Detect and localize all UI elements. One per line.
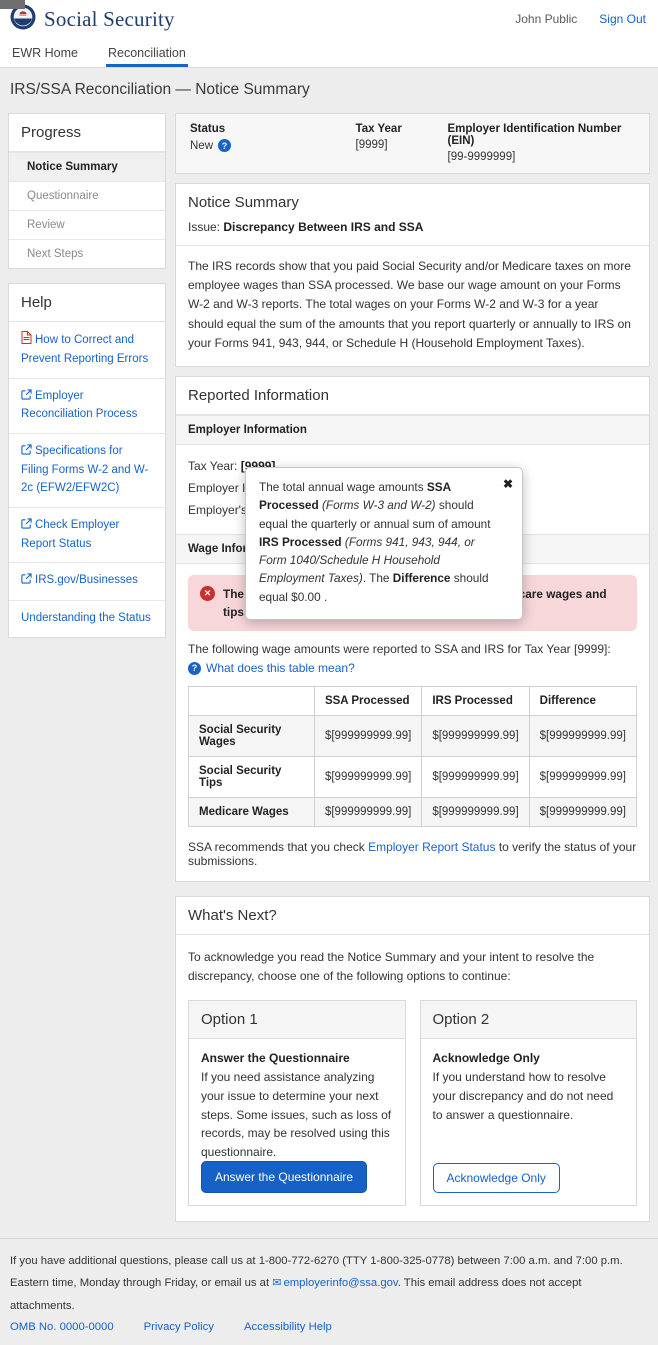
email-link[interactable]: employerinfo@ssa.gov bbox=[283, 1277, 397, 1289]
notice-summary-panel: Notice Summary Issue: Discrepancy Betwee… bbox=[175, 183, 650, 367]
external-link-icon bbox=[21, 573, 32, 591]
option-1-text: If you need assistance analyzing your is… bbox=[201, 1070, 392, 1159]
status-panel: Status New? Tax Year [9999] Employer Ide… bbox=[175, 113, 650, 174]
whats-next-title: What's Next? bbox=[176, 897, 649, 936]
option-1-header: Option 1 bbox=[189, 1001, 405, 1040]
user-name: John Public bbox=[515, 12, 578, 26]
question-circle-icon: ? bbox=[188, 661, 201, 675]
help-link-irs-businesses[interactable]: IRS.gov/Businesses bbox=[9, 562, 165, 600]
employer-information-band: Employer Information bbox=[176, 414, 649, 445]
external-link-icon bbox=[21, 518, 32, 536]
tax-year-value: [9999] bbox=[355, 139, 388, 151]
primary-nav: EWR Home Reconciliation bbox=[0, 38, 658, 68]
help-link-label: Understanding the Status bbox=[21, 612, 151, 625]
page-title: IRS/SSA Reconciliation — Notice Summary bbox=[10, 81, 310, 98]
tab-ewr-home[interactable]: EWR Home bbox=[10, 40, 80, 67]
envelope-icon: ✉ bbox=[272, 1277, 282, 1290]
wage-table: SSA Processed IRS Processed Difference S… bbox=[188, 686, 638, 828]
help-title: Help bbox=[9, 284, 165, 322]
issue-line: Issue: Discrepancy Between IRS and SSA bbox=[188, 220, 424, 234]
help-panel: Help How to Correct and Prevent Reportin… bbox=[8, 283, 166, 638]
footer-contact-line: If you have additional questions, please… bbox=[10, 1255, 623, 1312]
notice-summary-body: The IRS records show that you paid Socia… bbox=[176, 245, 649, 366]
reported-information-title: Reported Information bbox=[176, 377, 649, 415]
external-link-icon bbox=[21, 388, 32, 407]
acknowledge-only-button[interactable]: Acknowledge Only bbox=[432, 1163, 560, 1194]
option-1-card: Option 1 Answer the Questionnaire If you… bbox=[188, 1000, 406, 1207]
progress-item-notice-summary[interactable]: Notice Summary bbox=[9, 152, 165, 181]
status-label: Status bbox=[190, 123, 226, 135]
help-link-label: Specifications for Filing Forms W-2 and … bbox=[21, 445, 149, 494]
privacy-policy-link[interactable]: Privacy Policy bbox=[144, 1321, 214, 1333]
notice-summary-title: Notice Summary bbox=[188, 194, 299, 211]
error-icon: ✕ bbox=[200, 585, 215, 601]
recommend-line: SSA recommends that you check Employer R… bbox=[188, 840, 637, 869]
wage-table-header-row: SSA Processed IRS Processed Difference bbox=[188, 686, 638, 717]
sidebar: Progress Notice Summary Questionnaire Re… bbox=[8, 113, 166, 638]
table-row: Social Security Wages $[999999999.99] $[… bbox=[188, 715, 638, 758]
sign-out-link[interactable]: Sign Out bbox=[599, 12, 646, 26]
employer-report-status-link[interactable]: Employer Report Status bbox=[368, 840, 495, 854]
col-ssa-processed: SSA Processed bbox=[313, 686, 423, 717]
option-1-title: Answer the Questionnaire bbox=[201, 1051, 350, 1066]
page-footer: If you have additional questions, please… bbox=[0, 1238, 658, 1345]
status-value: New bbox=[190, 139, 214, 152]
help-link-label: IRS.gov/Businesses bbox=[35, 574, 138, 587]
help-link-correct-errors[interactable]: How to Correct and Prevent Reporting Err… bbox=[9, 322, 165, 378]
progress-item-next-steps: Next Steps bbox=[9, 239, 165, 268]
help-link-label: Check Employer Report Status bbox=[21, 518, 120, 550]
brand-title: Social Security bbox=[44, 6, 175, 31]
main-content: Status New? Tax Year [9999] Employer Ide… bbox=[175, 113, 650, 1223]
accessibility-help-link[interactable]: Accessibility Help bbox=[244, 1321, 332, 1333]
ein-value: [99-9999999] bbox=[447, 151, 516, 163]
pdf-icon bbox=[21, 331, 32, 351]
answer-questionnaire-button[interactable]: Answer the Questionnaire bbox=[201, 1161, 368, 1194]
issue-value: Discrepancy Between IRS and SSA bbox=[223, 220, 424, 234]
whats-next-intro: To acknowledge you read the Notice Summa… bbox=[188, 950, 595, 984]
external-link-icon bbox=[21, 444, 32, 462]
reported-information-panel: Reported Information Employer Informatio… bbox=[175, 375, 650, 883]
table-row: Medicare Wages $[999999999.99] $[9999999… bbox=[188, 797, 638, 828]
help-link-understanding-status[interactable]: Understanding the Status bbox=[9, 600, 165, 637]
close-icon[interactable]: ✖ bbox=[503, 475, 513, 494]
ein-label: Employer Identification Number (EIN) bbox=[447, 123, 622, 147]
progress-title: Progress bbox=[9, 114, 165, 152]
whats-next-panel: What's Next? To acknowledge you read the… bbox=[175, 896, 650, 1223]
what-link-label: What does this table mean? bbox=[206, 661, 355, 676]
option-2-title: Acknowledge Only bbox=[432, 1051, 540, 1066]
progress-item-questionnaire: Questionnaire bbox=[9, 181, 165, 210]
what-does-table-mean-link[interactable]: ? What does this table mean? bbox=[188, 661, 637, 675]
table-row: Social Security Tips $[999999999.99] $[9… bbox=[188, 756, 638, 799]
omb-link[interactable]: OMB No. 0000-0000 bbox=[10, 1321, 114, 1333]
app-header: Social Security John Public Sign Out bbox=[0, 0, 658, 38]
col-blank bbox=[188, 686, 315, 717]
browser-artifact bbox=[0, 0, 25, 9]
help-link-label: Employer Reconciliation Process bbox=[21, 389, 138, 421]
tab-reconciliation[interactable]: Reconciliation bbox=[105, 40, 188, 67]
col-difference: Difference bbox=[528, 686, 638, 717]
wage-info-popover: ✖ The total annual wage amounts SSA Proc… bbox=[245, 467, 523, 620]
help-link-reconciliation-process[interactable]: Employer Reconciliation Process bbox=[9, 377, 165, 434]
following-line: The following wage amounts were reported… bbox=[188, 642, 611, 657]
option-2-card: Option 2 Acknowledge Only If you underst… bbox=[419, 1000, 637, 1207]
help-link-efw2-specs[interactable]: Specifications for Filing Forms W-2 and … bbox=[9, 433, 165, 506]
col-irs-processed: IRS Processed bbox=[421, 686, 530, 717]
progress-item-review: Review bbox=[9, 210, 165, 239]
brand: Social Security bbox=[10, 4, 175, 35]
help-link-label: How to Correct and Prevent Reporting Err… bbox=[21, 334, 149, 365]
option-2-text: If you understand how to resolve your di… bbox=[432, 1070, 614, 1122]
status-help-icon[interactable]: ? bbox=[218, 139, 232, 152]
tax-year-label: Tax Year bbox=[355, 123, 402, 135]
page-body: IRS/SSA Reconciliation — Notice Summary … bbox=[0, 68, 658, 1239]
progress-panel: Progress Notice Summary Questionnaire Re… bbox=[8, 113, 166, 269]
help-link-check-report-status[interactable]: Check Employer Report Status bbox=[9, 506, 165, 563]
option-2-header: Option 2 bbox=[420, 1001, 636, 1040]
